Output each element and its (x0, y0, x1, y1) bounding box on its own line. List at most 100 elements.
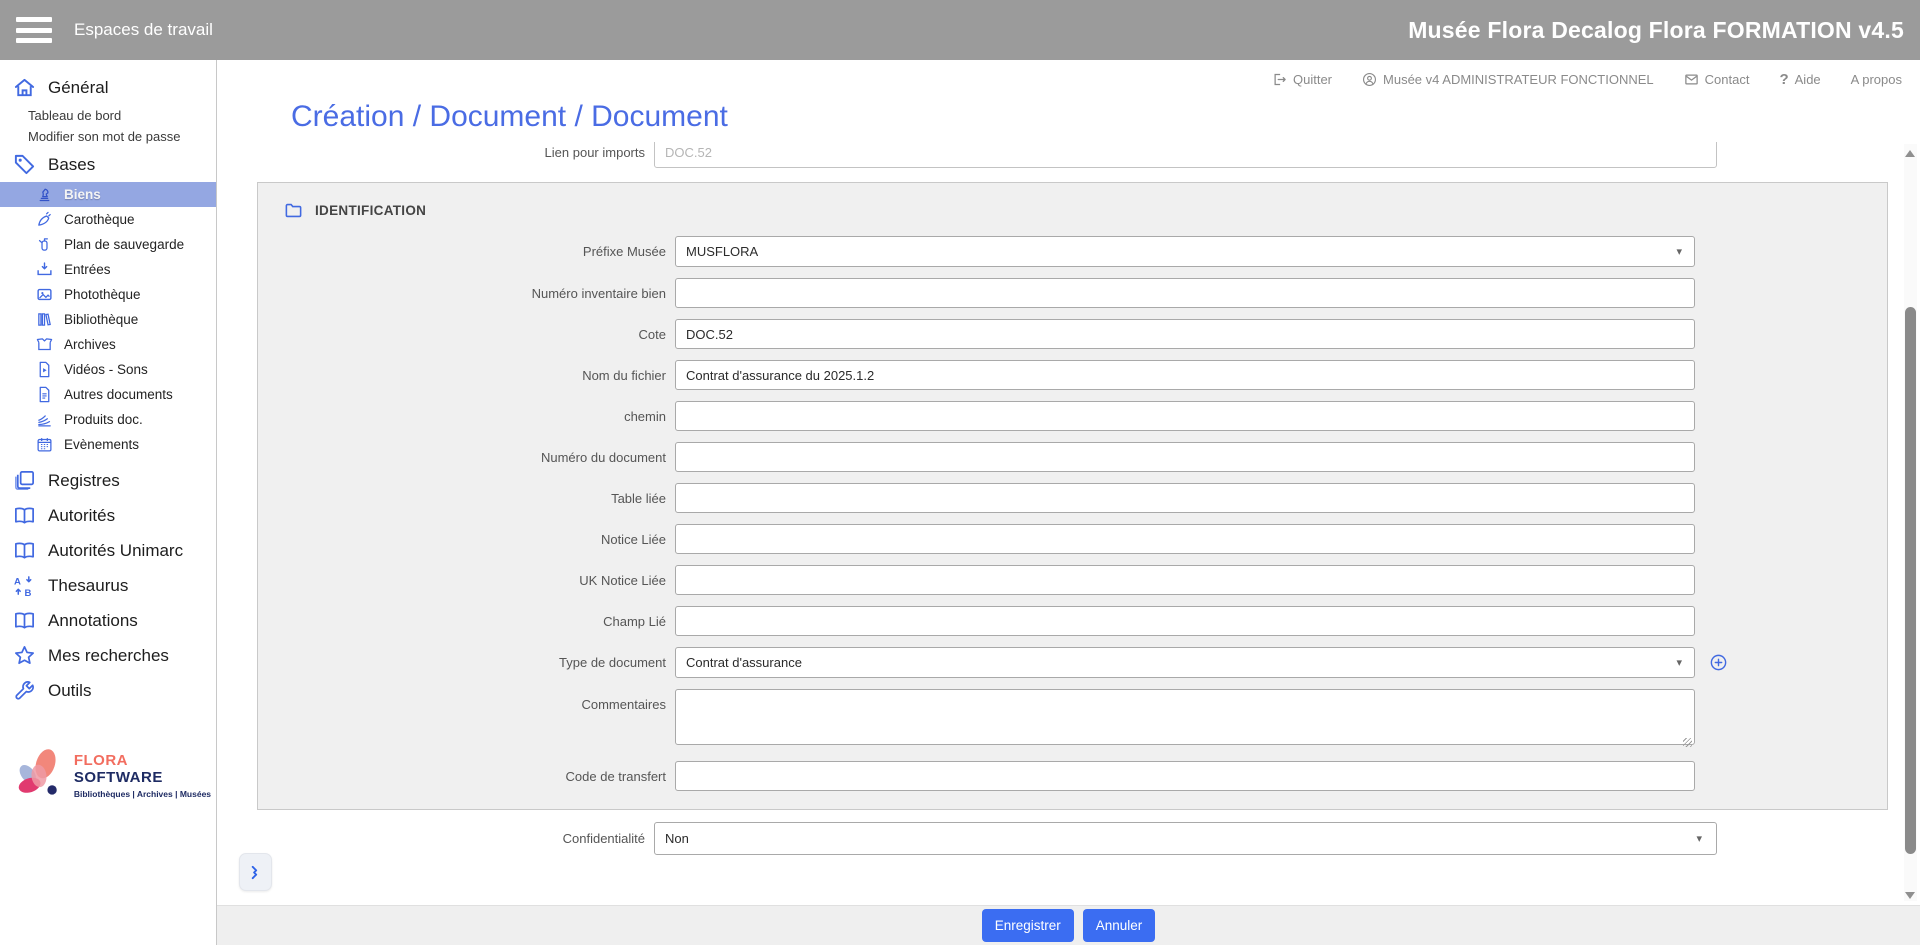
notice-liee-row: Notice Liée (258, 524, 1887, 554)
scroll-down-arrow-icon[interactable] (1905, 892, 1915, 899)
logo-tagline: Bibliothèques | Archives | Musées (74, 789, 216, 799)
sidebar-item-tableau-de-bord[interactable]: Tableau de bord (0, 105, 216, 126)
champ-lie-row: Champ Lié (258, 606, 1887, 636)
numero-inventaire-bien-row: Numéro inventaire bien (258, 278, 1887, 308)
sort-alpha-icon: AB (13, 574, 36, 597)
field-label: Type de document (258, 655, 675, 670)
cancel-button[interactable]: Annuler (1083, 909, 1156, 942)
cote-row: Cote (258, 319, 1887, 349)
quitter-link[interactable]: Quitter (1272, 72, 1332, 87)
nom-du-fichier-input[interactable] (675, 360, 1695, 390)
hamburger-menu-icon[interactable] (16, 17, 52, 43)
notice-liee-input[interactable] (675, 524, 1695, 554)
cote-input[interactable] (675, 319, 1695, 349)
scrollbar-thumb[interactable] (1905, 307, 1916, 854)
sidebar-item-entrees[interactable]: Entrées (0, 257, 216, 282)
footer-bar: Enregistrer Annuler (217, 905, 1920, 945)
code-de-transfert-input[interactable] (675, 761, 1695, 791)
uk-notice-liee-row: UK Notice Liée (258, 565, 1887, 595)
sidebar-item-phototheque[interactable]: Photothèque (0, 282, 216, 307)
prefixe-musee-select[interactable]: MUSFLORA ▾ (675, 236, 1695, 267)
field-label: Confidentialité (217, 831, 654, 846)
svg-text:A: A (14, 577, 21, 588)
user-icon (1362, 72, 1377, 87)
chevron-right-icon (247, 864, 264, 881)
sidebar-item-bases[interactable]: Bases (0, 147, 216, 182)
aide-link[interactable]: ? Aide (1779, 71, 1820, 88)
sidebar-item-mes-recherches[interactable]: Mes recherches (0, 638, 216, 673)
save-button[interactable]: Enregistrer (982, 909, 1074, 942)
sidebar-item-autorites[interactable]: Autorités (0, 498, 216, 533)
sidebar: Général Tableau de bord Modifier son mot… (0, 60, 217, 945)
sidebar-item-evenements[interactable]: Evènements (0, 432, 216, 457)
sidebar-item-carotheque[interactable]: Carothèque (0, 207, 216, 232)
sidebar-item-bibliotheque[interactable]: Bibliothèque (0, 307, 216, 332)
confidentialite-row: Confidentialité Non ▾ (217, 822, 1920, 855)
field-label: Numéro du document (258, 450, 675, 465)
contact-link[interactable]: Contact (1684, 72, 1750, 87)
photo-icon (36, 286, 53, 303)
confidentialite-select[interactable]: Non ▾ (654, 822, 1717, 855)
page-title: Création / Document / Document (291, 100, 1920, 134)
numero-inventaire-bien-input[interactable] (675, 278, 1695, 308)
workspaces-label[interactable]: Espaces de travail (74, 20, 213, 40)
extinguisher-icon (36, 236, 53, 253)
chemin-row: chemin (258, 401, 1887, 431)
numero-du-document-input[interactable] (675, 442, 1695, 472)
sidebar-item-produits-doc[interactable]: Produits doc. (0, 407, 216, 432)
commentaires-textarea[interactable] (675, 689, 1695, 745)
flora-software-logo: FLORA SOFTWARE Bibliothèques | Archives … (10, 744, 216, 806)
open-book-icon (13, 609, 36, 632)
resize-grip-icon[interactable] (1683, 738, 1692, 747)
sidebar-item-biens[interactable]: Biens (0, 182, 216, 207)
core-sample-icon (36, 211, 53, 228)
sidebar-item-general[interactable]: Général (0, 70, 216, 105)
sidebar-item-videos-sons[interactable]: Vidéos - Sons (0, 357, 216, 382)
chevron-down-icon: ▾ (1676, 245, 1682, 258)
user-account-link[interactable]: Musée v4 ADMINISTRATEUR FONCTIONNEL (1362, 72, 1654, 87)
header-links: Quitter Musée v4 ADMINISTRATEUR FONCTION… (217, 60, 1920, 92)
expand-panel-button[interactable] (239, 853, 272, 891)
sidebar-item-registres[interactable]: Registres (0, 463, 216, 498)
topbar: Espaces de travail Musée Flora Decalog F… (0, 0, 1920, 60)
champ-lie-input[interactable] (675, 606, 1695, 636)
chevron-down-icon: ▾ (1676, 656, 1682, 669)
field-label: Nom du fichier (258, 368, 675, 383)
identification-header[interactable]: IDENTIFICATION (284, 201, 1887, 220)
sidebar-item-autres-documents[interactable]: Autres documents (0, 382, 216, 407)
flora-petals-icon (10, 744, 70, 806)
scroll-up-arrow-icon[interactable] (1905, 150, 1915, 157)
code-de-transfert-row: Code de transfert (258, 761, 1887, 791)
sidebar-item-plan-de-sauvegarde[interactable]: Plan de sauvegarde (0, 232, 216, 257)
field-label: Notice Liée (258, 532, 675, 547)
type-de-document-select[interactable]: Contrat d'assurance ▾ (675, 647, 1695, 678)
apropos-link[interactable]: A propos (1851, 72, 1902, 87)
table-liee-input[interactable] (675, 483, 1695, 513)
chevron-down-icon: ▾ (1696, 832, 1702, 845)
form-scroll-area: Lien pour imports IDENTIFICATION Préfixe… (217, 142, 1920, 905)
stack-icon (36, 411, 53, 428)
chemin-input[interactable] (675, 401, 1695, 431)
main-area: Quitter Musée v4 ADMINISTRATEUR FONCTION… (217, 60, 1920, 945)
type-de-document-row: Type de document Contrat d'assurance ▾ (258, 647, 1887, 678)
add-circle-icon[interactable] (1709, 653, 1728, 672)
sidebar-item-outils[interactable]: Outils (0, 673, 216, 708)
question-mark-icon: ? (1779, 71, 1788, 88)
table-liee-row: Table liée (258, 483, 1887, 513)
sidebar-item-thesaurus[interactable]: AB Thesaurus (0, 568, 216, 603)
prefixe-musee-row: Préfixe Musée MUSFLORA ▾ (258, 236, 1887, 267)
svg-text:B: B (25, 588, 32, 597)
field-label: Champ Lié (258, 614, 675, 629)
vertical-scrollbar[interactable] (1904, 144, 1917, 901)
open-box-icon (36, 336, 53, 353)
sidebar-item-autorites-unimarc[interactable]: Autorités Unimarc (0, 533, 216, 568)
inbox-download-icon (36, 261, 53, 278)
statue-icon (36, 186, 53, 203)
field-label: Numéro inventaire bien (258, 286, 675, 301)
field-label: Cote (258, 327, 675, 342)
sidebar-item-archives[interactable]: Archives (0, 332, 216, 357)
lien-pour-imports-input[interactable] (654, 142, 1717, 168)
sidebar-item-annotations[interactable]: Annotations (0, 603, 216, 638)
uk-notice-liee-input[interactable] (675, 565, 1695, 595)
sidebar-item-modifier-mot-de-passe[interactable]: Modifier son mot de passe (0, 126, 216, 147)
